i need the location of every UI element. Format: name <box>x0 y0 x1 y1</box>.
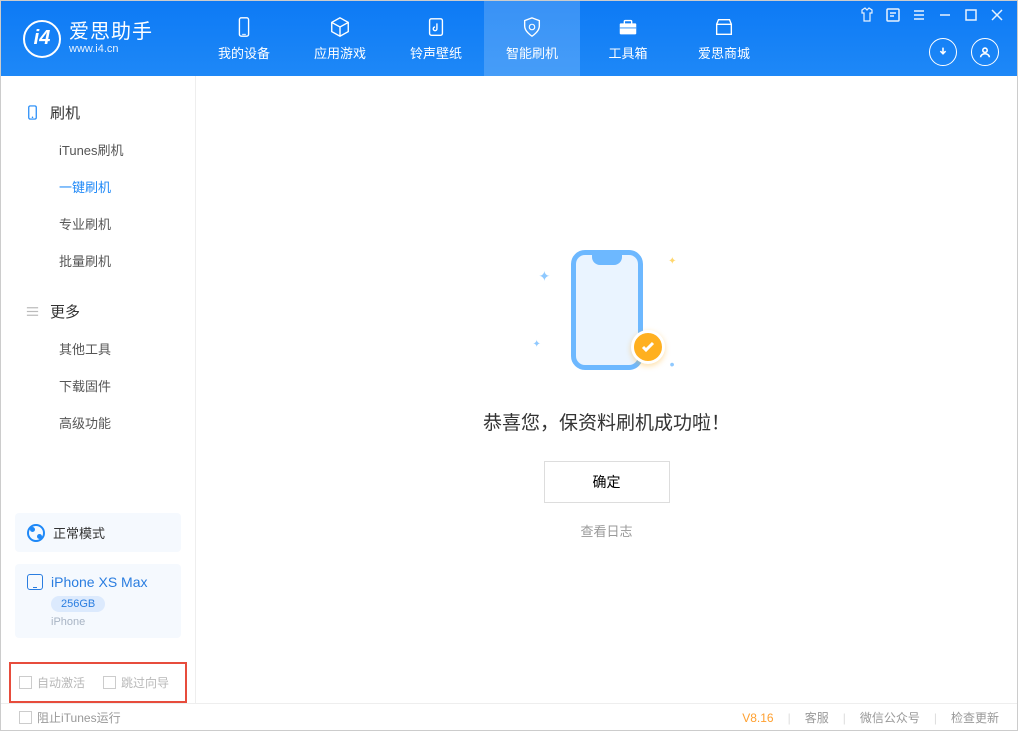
footer-link-update[interactable]: 检查更新 <box>951 709 999 726</box>
store-icon <box>712 15 736 39</box>
app-header: i4 爱思助手 www.i4.cn 我的设备 应用游戏 铃声壁纸 智能刷机 工具… <box>1 1 1017 76</box>
shirt-icon[interactable] <box>859 7 875 23</box>
nav-apps-games[interactable]: 应用游戏 <box>292 1 388 76</box>
sparkle-icon: ✦ <box>539 268 551 285</box>
sparkle-icon: ✦ <box>668 256 676 267</box>
nav-label: 铃声壁纸 <box>410 43 462 62</box>
sidebar-item-pro-flash[interactable]: 专业刷机 <box>1 205 195 242</box>
sidebar-item-itunes-flash[interactable]: iTunes刷机 <box>1 131 195 168</box>
minimize-icon[interactable] <box>937 7 953 23</box>
sidebar-section-flash: 刷机 <box>1 94 195 131</box>
nav-toolbox[interactable]: 工具箱 <box>580 1 676 76</box>
success-message: 恭喜您，保资料刷机成功啦！ <box>483 408 730 435</box>
view-log-link[interactable]: 查看日志 <box>580 521 632 540</box>
app-url: www.i4.cn <box>69 43 153 55</box>
section-title: 刷机 <box>50 102 80 123</box>
list-icon <box>25 304 40 319</box>
checkbox-label: 跳过向导 <box>121 674 169 691</box>
download-button[interactable] <box>929 38 957 66</box>
mode-card[interactable]: 正常模式 <box>15 513 181 552</box>
nav-my-device[interactable]: 我的设备 <box>196 1 292 76</box>
nav-label: 工具箱 <box>608 43 647 62</box>
block-itunes-checkbox[interactable]: 阻止iTunes运行 <box>19 709 121 726</box>
checkbox-label: 阻止iTunes运行 <box>37 709 121 726</box>
nav-store[interactable]: 爱思商城 <box>676 1 772 76</box>
skip-guide-checkbox[interactable]: 跳过向导 <box>103 674 169 691</box>
nav-label: 我的设备 <box>218 43 270 62</box>
mode-label: 正常模式 <box>53 523 105 542</box>
nav-label: 智能刷机 <box>506 43 558 62</box>
main-content: ✦ ✦ ✦ • 恭喜您，保资料刷机成功啦！ 确定 查看日志 <box>196 76 1017 703</box>
menu-icon[interactable] <box>911 7 927 23</box>
mode-icon <box>27 524 45 542</box>
sidebar-item-advanced[interactable]: 高级功能 <box>1 404 195 441</box>
checkbox-icon <box>19 711 32 724</box>
maximize-icon[interactable] <box>963 7 979 23</box>
sidebar-item-other-tools[interactable]: 其他工具 <box>1 330 195 367</box>
logo-icon: i4 <box>23 20 61 58</box>
checkbox-icon <box>19 676 32 689</box>
header-actions <box>929 38 999 66</box>
close-icon[interactable] <box>989 7 1005 23</box>
checkbox-icon <box>103 676 116 689</box>
storage-badge: 256GB <box>51 596 105 612</box>
app-name: 爱思助手 <box>69 21 153 43</box>
section-title: 更多 <box>50 301 80 322</box>
success-check-icon <box>631 330 665 364</box>
sidebar-section-more: 更多 <box>1 293 195 330</box>
sidebar-item-batch-flash[interactable]: 批量刷机 <box>1 242 195 279</box>
nav-smart-flash[interactable]: 智能刷机 <box>484 1 580 76</box>
version-label: V8.16 <box>742 711 773 725</box>
window-controls <box>859 7 1005 23</box>
music-file-icon <box>424 15 448 39</box>
sidebar: 刷机 iTunes刷机 一键刷机 专业刷机 批量刷机 更多 其他工具 下载固件 … <box>1 76 196 703</box>
phone-icon <box>25 105 40 120</box>
main-nav: 我的设备 应用游戏 铃声壁纸 智能刷机 工具箱 爱思商城 <box>196 1 772 76</box>
device-name: iPhone XS Max <box>51 574 148 590</box>
nav-label: 应用游戏 <box>314 43 366 62</box>
nav-ringtone-wallpaper[interactable]: 铃声壁纸 <box>388 1 484 76</box>
footer-link-support[interactable]: 客服 <box>805 709 829 726</box>
app-logo: i4 爱思助手 www.i4.cn <box>1 20 196 58</box>
footer-link-wechat[interactable]: 微信公众号 <box>860 709 920 726</box>
feedback-icon[interactable] <box>885 7 901 23</box>
nav-label: 爱思商城 <box>698 43 750 62</box>
checkbox-label: 自动激活 <box>37 674 85 691</box>
footer: 阻止iTunes运行 V8.16 | 客服 | 微信公众号 | 检查更新 <box>1 703 1017 731</box>
device-icon <box>27 574 43 590</box>
auto-activate-checkbox[interactable]: 自动激活 <box>19 674 85 691</box>
toolbox-icon <box>616 15 640 39</box>
sidebar-item-oneclick-flash[interactable]: 一键刷机 <box>1 168 195 205</box>
shield-refresh-icon <box>520 15 544 39</box>
device-type: iPhone <box>51 616 169 628</box>
device-icon <box>232 15 256 39</box>
options-highlight: 自动激活 跳过向导 <box>9 662 187 703</box>
success-graphic: ✦ ✦ ✦ • <box>537 240 677 380</box>
sidebar-item-download-firmware[interactable]: 下载固件 <box>1 367 195 404</box>
ok-button[interactable]: 确定 <box>544 461 670 503</box>
sparkle-icon: • <box>670 356 675 372</box>
device-card[interactable]: iPhone XS Max 256GB iPhone <box>15 564 181 638</box>
sparkle-icon: ✦ <box>533 339 541 350</box>
account-button[interactable] <box>971 38 999 66</box>
cube-icon <box>328 15 352 39</box>
